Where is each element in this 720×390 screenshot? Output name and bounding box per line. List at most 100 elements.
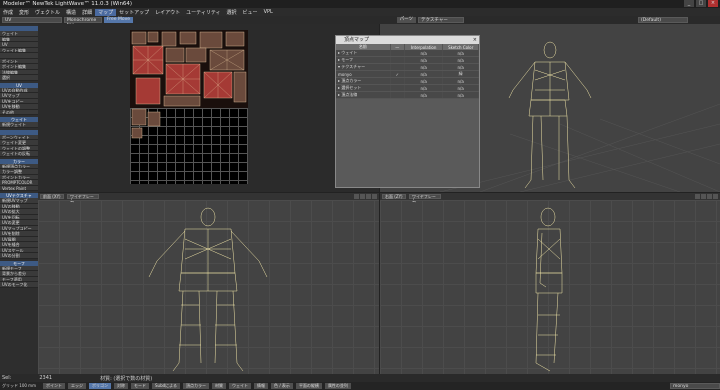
vertex-map-cell-check: ✓	[390, 70, 405, 78]
vertex-map-cell-name: ▸ 頂点法線	[336, 91, 391, 99]
menu-layout[interactable]: レイアウト	[152, 9, 183, 16]
default-select[interactable]: (Default)	[638, 17, 688, 23]
vertex-map-cell-interp: n/a	[404, 91, 444, 99]
vertex-map-cell-name: ▸ 頂点カラー	[336, 77, 391, 85]
bottom-button[interactable]: エッジ	[68, 383, 86, 389]
sidebar-item[interactable]: UVのモーフ化	[0, 282, 38, 288]
sidebar-item[interactable]: その他	[0, 109, 38, 115]
menu-map[interactable]: マップ	[95, 8, 117, 16]
bottom-button[interactable]: 色 / 表示	[271, 383, 293, 389]
viewport-icons	[354, 194, 377, 199]
vertex-map-cell-name: monyo	[336, 70, 391, 78]
uv-texture-map	[130, 30, 248, 184]
minimize-button[interactable]: _	[684, 0, 694, 7]
window-controls: _ □ ×	[684, 0, 718, 7]
shading-select-right[interactable]: ワイヤフレーム	[409, 194, 441, 203]
right-viewport-header: 右面 (ZY) ワイヤフレーム	[380, 193, 720, 203]
vertex-map-cell-check	[390, 63, 405, 71]
menu-vector[interactable]: ヴェクトル	[32, 9, 63, 16]
uv-viewport[interactable]	[38, 24, 379, 192]
bottom-button[interactable]: 頂点カラー	[183, 383, 210, 389]
vertex-map-cell-check	[390, 77, 405, 85]
uv-lower-islands	[131, 108, 161, 139]
maximize-button[interactable]: □	[696, 0, 706, 7]
view-select-right[interactable]: 右面 (ZY)	[382, 194, 406, 199]
vertex-map-cell-interp: n/a	[404, 56, 444, 64]
menu-detail[interactable]: 詳細	[79, 9, 95, 16]
vertex-map-cell-name: ▸ 選択セット	[336, 84, 391, 92]
uv-select[interactable]: UV	[2, 17, 62, 23]
bottom-button[interactable]: 対称	[114, 383, 128, 389]
bottom-button[interactable]: 属性の並列	[324, 383, 351, 389]
vertex-map-row[interactable]: ▸ 頂点法線 n/a n/a	[336, 91, 479, 99]
col-sketch[interactable]: Sketch Color	[442, 44, 479, 50]
sidebar-item[interactable]: 新規ウェイト	[0, 122, 38, 128]
vertex-map-row[interactable]: ▸ 頂点カラー n/a n/a	[336, 77, 479, 85]
menu-view[interactable]: ビュー	[240, 9, 261, 16]
sidebar-item[interactable]: UVの分割	[0, 253, 38, 259]
vertex-map-cell-sketch: n/a	[442, 63, 479, 71]
vertex-map-panel-title[interactable]: 頂点マップ ×	[336, 36, 479, 44]
grid-readout: グリッド 100 mm	[2, 383, 36, 388]
search-field[interactable]: monyo	[670, 383, 720, 389]
sidebar-item[interactable]: 選択	[0, 75, 38, 81]
vertex-map-row[interactable]: monyo ✓ n/a 緑	[336, 70, 479, 78]
bottom-button[interactable]: ウェイト	[229, 383, 252, 389]
vertex-map-row[interactable]: ▸ モーフ n/a n/a	[336, 56, 479, 64]
vertex-map-cell-check	[390, 56, 405, 64]
vertex-map-cell-interp: n/a	[404, 84, 444, 92]
front-viewport-header: 前面 (XY) ワイヤフレーム	[38, 193, 379, 203]
bottom-button[interactable]: 平面の縦横	[295, 383, 322, 389]
shading-select-front[interactable]: ワイヤフレーム	[67, 194, 99, 203]
vertex-map-table: 名前 — Interpolation Sketch Color ▸ ウェイト n/…	[336, 44, 479, 99]
vertex-map-row[interactable]: ▸ 選択セット n/a n/a	[336, 84, 479, 92]
bottom-button[interactable]: Subdによる	[152, 383, 181, 389]
free-move-button[interactable]: Free Move	[104, 17, 134, 23]
menu-bar: 作成 変形 ヴェクトル 構造 詳細 マップ セットアップ レイアウト ユーティリ…	[0, 8, 720, 16]
title-bar: Modeler™ NewTek LightWave™ 11.0.3 (Win64…	[0, 0, 720, 8]
vertex-map-cell-interp: n/a	[404, 77, 444, 85]
vertex-map-cell-sketch: n/a	[442, 56, 479, 64]
character-wireframe-perspective	[508, 41, 592, 189]
bottom-button[interactable]: 情報	[254, 383, 269, 389]
menu-construct[interactable]: 構造	[63, 9, 79, 16]
vertex-map-cell-sketch: n/a	[442, 77, 479, 85]
menu-select[interactable]: 選択	[224, 9, 240, 16]
bottom-button[interactable]: モード	[131, 383, 149, 389]
vertex-map-cell-check	[390, 84, 405, 92]
sel-count: 2341	[39, 375, 53, 381]
right-viewport[interactable]: 右面 (ZY) ワイヤフレーム	[380, 193, 720, 374]
toolbar: UV Monochrome tex Free Move パーツ テクスチャー (…	[0, 16, 720, 28]
menu-setup[interactable]: セットアップ	[116, 9, 152, 16]
character-wireframe-front	[148, 207, 268, 372]
menu-create[interactable]: 作成	[0, 9, 16, 16]
vertex-map-row[interactable]: ▾ テクスチャー n/a n/a	[336, 63, 479, 71]
vertex-map-cell-sketch: n/a	[442, 91, 479, 99]
panel-close-icon[interactable]: ×	[473, 36, 477, 44]
texture-select[interactable]: テクスチャー	[418, 17, 464, 23]
tool-sidebar: ウェイト 編集 UV ウェイト編集 ポイント ポイント編集 法線編集 選択 UV UVの自動作成 U…	[0, 24, 38, 374]
menu-modify[interactable]: 変形	[16, 9, 32, 16]
menu-utility[interactable]: ユーティリティ	[183, 9, 223, 16]
close-button[interactable]: ×	[708, 0, 718, 7]
map-select[interactable]: Monochrome tex	[64, 17, 102, 28]
viewport-divider-horizontal[interactable]	[38, 192, 720, 193]
sidebar-item[interactable]: ウェイトの反転	[0, 151, 38, 157]
bottom-button[interactable]: ポリゴン	[89, 383, 111, 389]
menu-vpl[interactable]: VPL	[261, 9, 276, 15]
sidebar-item[interactable]: Vertex Paint	[0, 185, 38, 191]
bottom-button[interactable]: 材質	[212, 383, 227, 389]
vertex-map-cell-interp: n/a	[404, 63, 444, 71]
uv-wireframe	[130, 30, 248, 108]
vertex-map-panel: 頂点マップ × 名前 — Interpolation Sketch Color …	[335, 35, 480, 188]
bottom-button[interactable]: ポイント	[43, 383, 65, 389]
status-info: 材質: (選択で数の材質)	[100, 375, 153, 382]
uv-islands	[130, 30, 248, 108]
view-select-front[interactable]: 前面 (XY)	[40, 194, 64, 199]
vertex-map-cell-interp: n/a	[404, 70, 444, 78]
vertex-map-cell-name: ▸ モーフ	[336, 56, 391, 64]
front-viewport[interactable]: 前面 (XY) ワイヤフレーム	[38, 193, 379, 374]
vertex-map-cell-sketch: n/a	[442, 84, 479, 92]
vertex-map-cell-sketch: 緑	[442, 70, 479, 78]
parts-button[interactable]: パーツ	[396, 17, 416, 23]
